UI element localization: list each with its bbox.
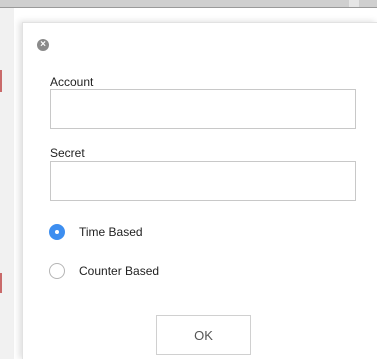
radio-counter-based[interactable]: Counter Based: [49, 263, 159, 279]
otp-dialog: × Account Secret Time Based Counter Base…: [22, 22, 377, 359]
radio-time-based[interactable]: Time Based: [49, 224, 143, 240]
secret-label: Secret: [50, 146, 85, 160]
account-label: Account: [50, 75, 94, 89]
background-window-top: [0, 0, 377, 8]
secret-input[interactable]: [50, 161, 356, 201]
window-edge: [0, 7, 377, 8]
radio-checked-icon[interactable]: [49, 224, 65, 240]
ok-button[interactable]: OK: [156, 315, 251, 355]
close-icon[interactable]: ×: [37, 39, 49, 51]
background-marker: [0, 273, 2, 293]
radio-unchecked-icon[interactable]: [49, 263, 65, 279]
background-marker: [0, 70, 2, 92]
radio-label: Time Based: [79, 225, 143, 239]
background-window-left: [0, 8, 14, 359]
page: × Account Secret Time Based Counter Base…: [0, 0, 377, 359]
account-input[interactable]: [50, 89, 356, 129]
radio-label: Counter Based: [79, 264, 160, 278]
